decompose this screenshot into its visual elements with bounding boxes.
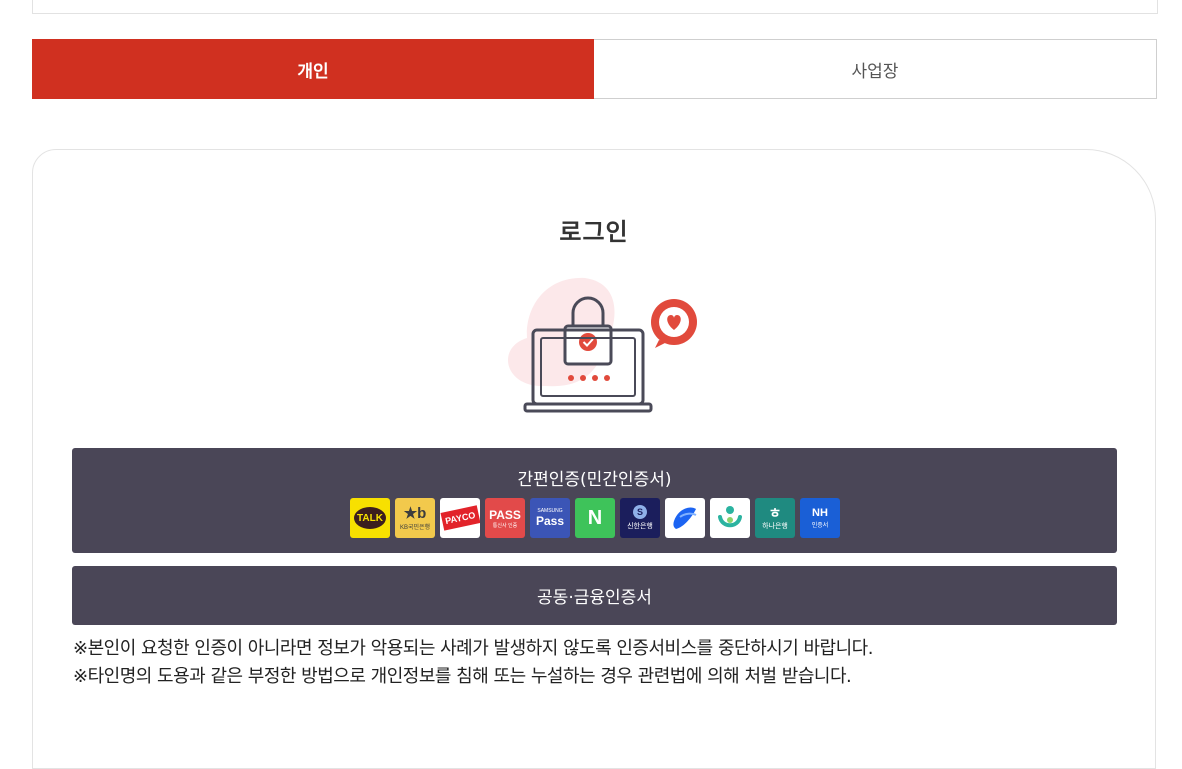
payco-icon[interactable]: PAYCO [440,498,480,538]
simple-auth-button[interactable]: 간편인증(민간인증서) TALK ★b KB국민은행 PAYCO PASS 통신… [72,448,1117,553]
simple-auth-label: 간편인증(민간인증서) [517,470,672,490]
naver-icon[interactable]: N [575,498,615,538]
provider-icons: TALK ★b KB국민은행 PAYCO PASS 통신사 인증 SAMSUNG… [350,498,840,538]
tab-business[interactable]: 사업장 [594,39,1157,99]
login-title: 로그인 [559,218,629,246]
nh-cert-icon[interactable]: NH 인증서 [800,498,840,538]
notice-text: ※본인이 요청한 인증이 아니라면 정보가 악용되는 사례가 발생하지 않도록 … [73,635,873,691]
joint-financial-cert-button[interactable]: 공동·금융인증서 [72,566,1117,625]
login-card: 로그인 간편인증(민간인증서) TALK ★b KB국민은행 PAYCO PAS… [32,149,1156,769]
kakao-talk-icon[interactable]: TALK [350,498,390,538]
tab-individual[interactable]: 개인 [32,39,594,99]
notice-line-2: ※타인명의 도용과 같은 부정한 방법으로 개인정보를 침해 또는 누설하는 경… [73,666,852,687]
kb-bank-icon[interactable]: ★b KB국민은행 [395,498,435,538]
joint-cert-label: 공동·금융인증서 [537,588,652,608]
top-panel [32,0,1158,14]
heart-chat-icon [651,299,697,348]
user-type-tabs: 개인 사업장 [32,39,1157,99]
notice-line-1: ※본인이 요청한 인증이 아니라면 정보가 악용되는 사례가 발생하지 않도록 … [73,638,873,659]
pass-icon[interactable]: PASS 통신사 인증 [485,498,525,538]
toss-icon[interactable] [665,498,705,538]
hana-bank-icon[interactable]: ㅎ 하나은행 [755,498,795,538]
shinhan-bank-icon[interactable]: S 신한은행 [620,498,660,538]
health-cert-icon[interactable] [710,498,750,538]
samsung-pass-icon[interactable]: SAMSUNG Pass [530,498,570,538]
secure-laptop-illustration [507,277,697,413]
